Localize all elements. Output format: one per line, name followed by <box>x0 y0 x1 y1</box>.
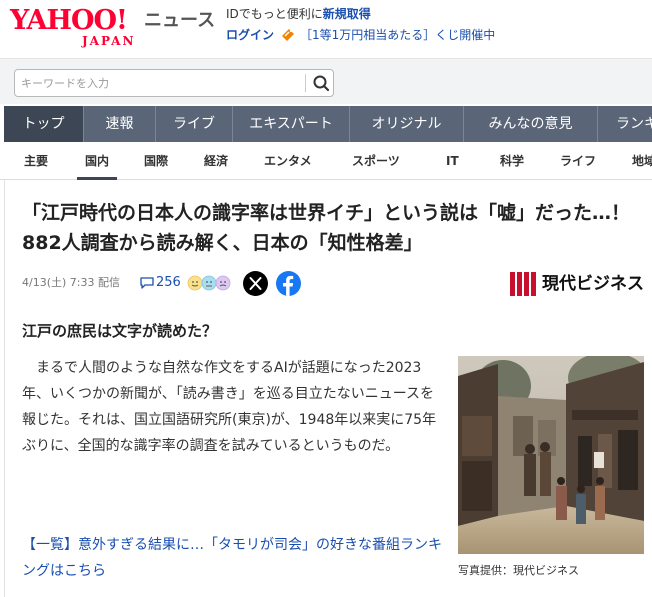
main-nav: トップ 速報 ライブ エキスパート オリジナル みんなの意見 ランキ <box>4 106 652 142</box>
article-photo[interactable] <box>458 356 644 554</box>
article-subheading: 江戸の庶民は文字が読めた？ <box>22 322 218 340</box>
login-link[interactable]: ログイン <box>226 28 274 42</box>
category-economy[interactable]: 経済 <box>204 142 228 180</box>
id-promo: IDでもっと便利に新規取得 <box>226 6 371 22</box>
tab-opinion[interactable]: みんなの意見 <box>464 106 598 142</box>
yahoo-japan-logo[interactable]: YAHOO! JAPAN <box>10 6 144 50</box>
photo-caption: 写真提供：現代ビジネス <box>458 564 579 577</box>
login-row: ログイン ［1等1万円相当あたる］くじ開催中 <box>226 27 495 43</box>
search-icon[interactable] <box>309 71 333 95</box>
logo-subtext: JAPAN <box>82 34 136 48</box>
search-divider <box>305 74 306 92</box>
tab-live[interactable]: ライブ <box>156 106 233 142</box>
category-entertainment[interactable]: エンタメ <box>264 142 312 180</box>
category-world[interactable]: 国際 <box>144 142 168 180</box>
kuji-link[interactable]: ［1等1万円相当あたる］くじ開催中 <box>300 28 495 42</box>
site-header: YAHOO! JAPAN ニュース IDでもっと便利に新規取得 ログイン ［1等1… <box>0 0 652 56</box>
tab-ranking[interactable]: ランキ <box>598 106 652 142</box>
tab-original[interactable]: オリジナル <box>350 106 464 142</box>
category-life[interactable]: ライフ <box>560 142 596 180</box>
article-date: 4/13(土) 7:33 配信 <box>22 276 120 289</box>
reaction-faces-icon[interactable] <box>187 275 233 291</box>
comment-icon <box>140 277 154 289</box>
category-local[interactable]: 地域 <box>632 142 652 180</box>
kuji-ticket-icon <box>282 29 295 41</box>
search-input[interactable] <box>21 74 299 92</box>
publisher-logo[interactable]: 現代ビジネス <box>510 271 644 297</box>
logo-text: YAHOO! <box>10 5 128 36</box>
category-science[interactable]: 科学 <box>500 142 524 180</box>
id-promo-text: IDでもっと便利に <box>226 7 323 21</box>
service-name[interactable]: ニュース <box>144 10 215 32</box>
category-main[interactable]: 主要 <box>24 142 48 180</box>
search-bar <box>0 58 652 104</box>
tab-breaking[interactable]: 速報 <box>84 106 156 142</box>
facebook-icon[interactable] <box>276 271 301 296</box>
category-sports[interactable]: スポーツ <box>352 142 400 180</box>
related-ranking-link[interactable]: 【一覧】意外すぎる結果に…「タモリが司会」の好きな番組ランキングはこちら <box>22 532 442 584</box>
article-title: 「江戸時代の日本人の識字率は世界イチ」という説は「嘘」だった…！882人調査から… <box>22 202 631 254</box>
publisher-mark-icon <box>510 272 536 296</box>
x-share-icon[interactable] <box>243 271 268 296</box>
category-domestic[interactable]: 国内 <box>77 142 118 180</box>
tab-expert[interactable]: エキスパート <box>233 106 350 142</box>
register-link[interactable]: 新規取得 <box>323 7 371 21</box>
tab-top[interactable]: トップ <box>4 106 84 142</box>
category-it[interactable]: IT <box>446 142 459 180</box>
category-nav: 主要 国内 国際 経済 エンタメ スポーツ IT 科学 ライフ 地域 <box>0 142 652 180</box>
search-box <box>14 69 334 97</box>
publisher-name: 現代ビジネス <box>542 274 644 294</box>
comment-count: 256 <box>156 275 181 290</box>
article-body: まるで人間のような自然な作文をするAIが話題になった2023年、いくつかの新聞が… <box>22 360 437 454</box>
